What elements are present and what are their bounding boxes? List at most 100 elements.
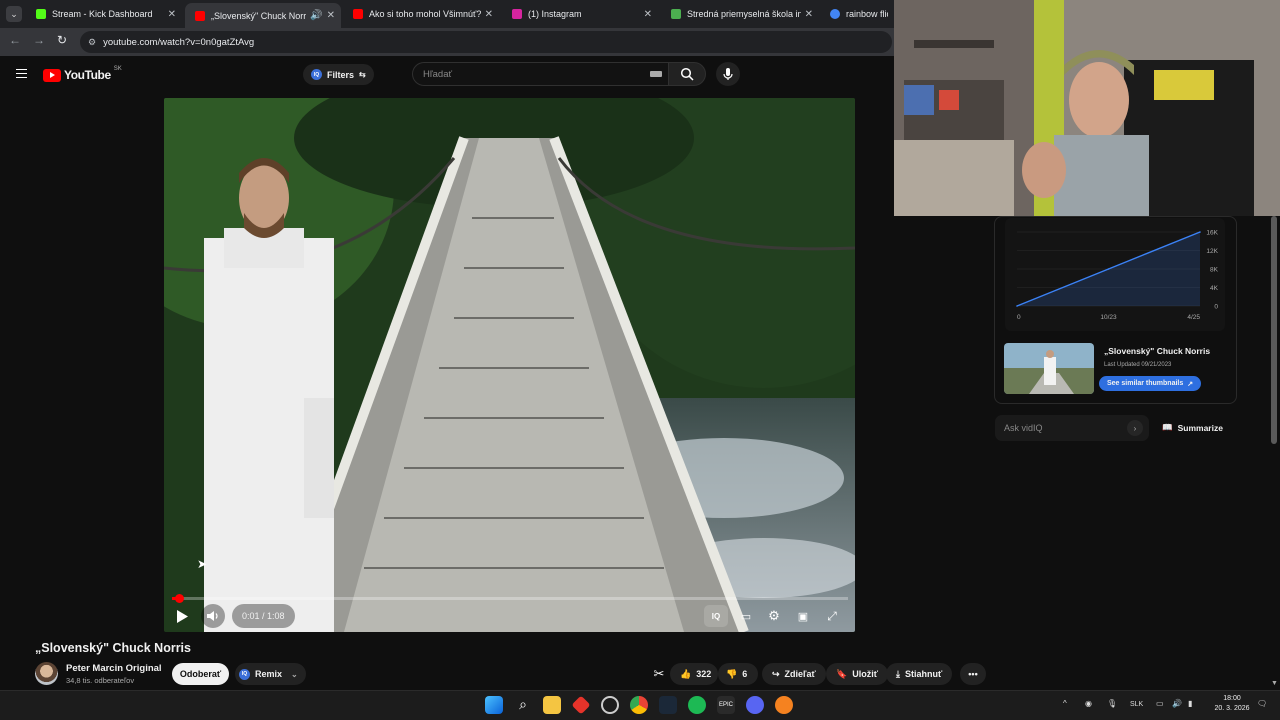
page-scrollbar[interactable] — [1271, 216, 1277, 444]
tab-ako-si-toho[interactable]: Ako si toho mohol Všimnúť? ✕ — [343, 3, 499, 25]
youtube-logo[interactable]: YouTube SK — [43, 66, 122, 82]
video-thumbnail[interactable] — [1004, 343, 1094, 394]
subtitles-icon[interactable]: ▭ — [736, 606, 756, 626]
battery-icon[interactable]: ▮ — [1188, 699, 1192, 708]
search-input[interactable]: Hľadať — [412, 62, 668, 86]
video-title: „Slovenský" Chuck Norris — [35, 641, 191, 655]
close-tab-icon[interactable]: ✕ — [485, 9, 493, 20]
remix-button[interactable]: IQ Remix ⌄ — [235, 663, 306, 685]
scroll-down-arrow-icon[interactable]: ▼ — [1271, 680, 1278, 687]
search-icon[interactable]: ⌕ — [514, 696, 532, 714]
menu-icon[interactable] — [16, 69, 27, 78]
fullscreen-icon[interactable]: ⤢ — [822, 606, 842, 626]
vidiq-icon: IQ — [239, 668, 250, 680]
progress-bar[interactable] — [172, 594, 848, 603]
page-icon — [671, 9, 681, 19]
time-display: 0:01 / 1:08 — [232, 604, 295, 628]
progress-scrubber[interactable] — [175, 594, 184, 603]
play-button[interactable] — [172, 606, 192, 626]
bookmark-icon: 🔖 — [836, 668, 848, 679]
dislike-button[interactable]: 👎 6 — [718, 663, 758, 685]
obs-icon[interactable] — [601, 696, 619, 714]
steam-icon[interactable] — [659, 696, 677, 714]
tab-stredna-skola[interactable]: Stredná priemyselná škola infor ✕ — [661, 3, 819, 25]
vidiq-filters-button[interactable]: IQ Filters ⇆ — [303, 64, 374, 85]
microphone-icon[interactable]: 🎙 — [1107, 699, 1117, 708]
ask-submit-button[interactable]: › — [1127, 420, 1143, 436]
search-icon — [680, 67, 694, 81]
summarize-button[interactable]: 📖 Summarize — [1162, 422, 1223, 433]
data-point — [1016, 305, 1018, 307]
address-bar[interactable]: ⚙ youtube.com/watch?v=0n0gatZtAvg — [80, 31, 892, 53]
language-indicator[interactable]: SLK — [1130, 701, 1143, 708]
last-updated: Last Updated 09/21/2023 — [1104, 362, 1172, 368]
more-actions-button[interactable]: ••• — [960, 663, 986, 685]
data-point — [1199, 231, 1201, 233]
site-info-icon[interactable]: ⚙ — [88, 37, 96, 48]
webcam-image — [894, 0, 1280, 216]
save-button[interactable]: 🔖 Uložiť — [826, 663, 889, 685]
channel-name[interactable]: Peter Marcin Original — [66, 663, 162, 674]
more-horizontal-icon: ••• — [968, 669, 978, 679]
miniplayer-icon[interactable]: ▣ — [793, 606, 813, 626]
close-tab-icon[interactable]: ✕ — [644, 9, 652, 20]
subscribe-button[interactable]: Odoberať — [172, 663, 229, 685]
thumbs-up-icon: 👍 — [680, 668, 692, 679]
windows-start-icon[interactable] — [485, 696, 503, 714]
x-tick-label: 4/25 — [1187, 314, 1200, 321]
ask-vidiq-input[interactable]: Ask vidIQ — [995, 415, 1149, 441]
settings-gear-icon[interactable]: ⚙ — [764, 606, 784, 626]
mouse-cursor-icon: ➤ — [196, 557, 208, 571]
chevron-down-icon: ⌄ — [291, 669, 298, 679]
volume-button[interactable] — [201, 604, 225, 628]
thumbnail-title: „Slovenský" Chuck Norris — [1104, 346, 1211, 356]
video-player[interactable] — [164, 98, 855, 632]
file-explorer-icon[interactable] — [543, 696, 561, 714]
play-icon — [177, 609, 188, 623]
search-button[interactable] — [668, 62, 706, 86]
youtube-icon — [195, 10, 205, 21]
y-tick-label: 12K — [1206, 248, 1218, 255]
discord-icon[interactable] — [746, 696, 764, 714]
keyboard-icon[interactable] — [650, 71, 662, 77]
network-icon[interactable]: ▭ — [1156, 699, 1164, 708]
chrome-icon[interactable] — [630, 696, 648, 714]
back-arrow-icon[interactable]: ← — [9, 33, 21, 47]
app-orange-icon[interactable] — [775, 696, 793, 714]
share-button[interactable]: ↪ Zdieľať — [762, 663, 826, 685]
vidiq-icon: IQ — [311, 69, 322, 80]
views-chart: 16K 12K 8K 4K 0 0 10/23 4/25 — [1005, 218, 1225, 331]
tray-app-icon[interactable]: ◉ — [1085, 699, 1092, 708]
data-point — [1107, 268, 1110, 270]
close-tab-icon[interactable]: ✕ — [327, 10, 335, 21]
channel-avatar[interactable] — [35, 662, 58, 685]
see-similar-thumbnails-button[interactable]: See similar thumbnails ↗ — [1099, 376, 1202, 391]
clip-icon[interactable]: ✂ — [650, 665, 668, 683]
vidiq-player-button[interactable]: IQ — [704, 605, 728, 627]
epic-games-icon[interactable]: EPIC — [717, 696, 735, 714]
close-tab-icon[interactable]: ✕ — [168, 9, 176, 20]
download-button[interactable]: ⤓ Stiahnuť — [886, 663, 953, 685]
spotify-icon[interactable] — [688, 696, 706, 714]
forward-arrow-icon[interactable]: → — [33, 33, 45, 47]
download-icon: ⤓ — [896, 668, 900, 679]
show-hidden-icons-icon[interactable]: ^ — [1063, 699, 1067, 708]
tab-search-button[interactable]: ⌄ — [6, 6, 22, 22]
volume-icon[interactable]: 🔊 — [1172, 699, 1182, 708]
microphone-icon — [723, 68, 733, 80]
close-tab-icon[interactable]: ✕ — [805, 9, 813, 20]
tab-chuck-norris[interactable]: „Slovenský" Chuck Norris - 🔊 ✕ — [185, 3, 341, 28]
instagram-icon — [512, 9, 522, 19]
like-button[interactable]: 👍 322 — [670, 663, 718, 685]
youtube-play-logo-icon — [43, 68, 61, 82]
tab-kick-dashboard[interactable]: Stream - Kick Dashboard ✕ — [26, 3, 182, 25]
speaker-icon[interactable]: 🔊 — [310, 10, 322, 21]
tab-rainbow-flick[interactable]: rainbow flick - — [820, 3, 894, 25]
voice-search-button[interactable] — [716, 62, 740, 86]
reload-icon[interactable]: ↻ — [57, 33, 67, 47]
clock[interactable]: 18:00 20. 3. 2026 — [1212, 694, 1252, 714]
url-text: youtube.com/watch?v=0n0gatZtAvg — [103, 36, 255, 48]
tab-instagram[interactable]: (1) Instagram ✕ — [502, 3, 658, 25]
notifications-icon[interactable]: 🗨 — [1257, 699, 1267, 708]
volume-icon — [207, 611, 218, 621]
